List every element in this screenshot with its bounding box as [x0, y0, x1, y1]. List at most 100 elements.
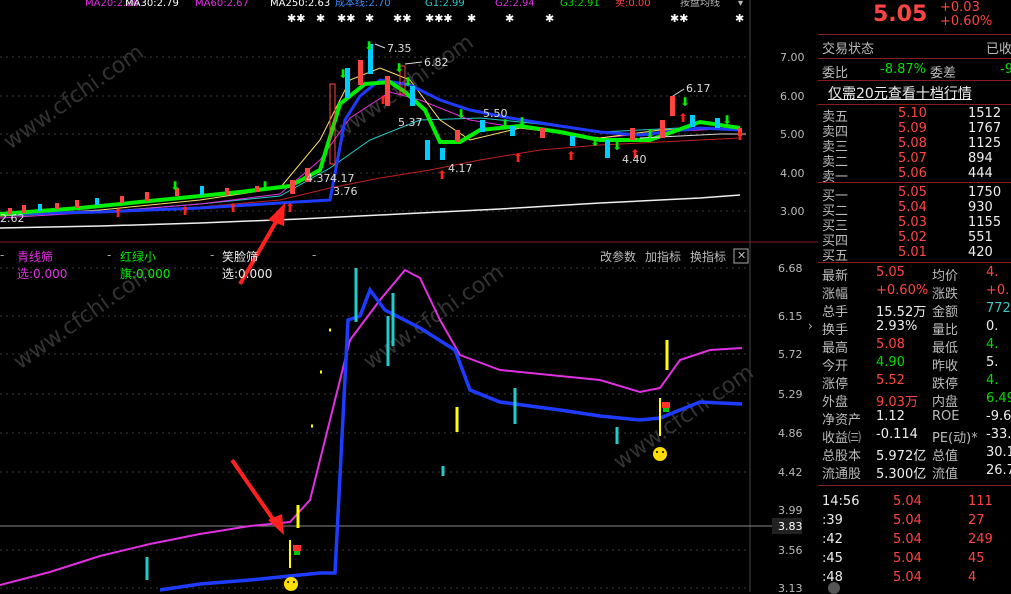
switch-indicator-button[interactable]: 换指标: [690, 248, 726, 265]
bid-volume: 551: [968, 230, 993, 245]
stat-value: +0.: [986, 283, 1010, 298]
tick-volume: 27: [968, 513, 985, 528]
svg-text:3.99: 3.99: [778, 504, 803, 517]
stat-label: 最高: [822, 341, 849, 356]
svg-text:⬆: ⬆: [180, 204, 190, 218]
add-indicator-button[interactable]: 加指标: [645, 248, 681, 265]
tick-volume: 45: [968, 551, 985, 566]
chart-area[interactable]: www.cfchi.com www.cfchi.com www.cfchi.co…: [0, 0, 818, 592]
ask-price: 5.08: [898, 136, 927, 151]
bid-price: 5.05: [898, 185, 927, 200]
price-tick: 3.00: [780, 205, 805, 218]
svg-text:⬇: ⬇: [403, 75, 413, 89]
svg-text:4.17: 4.17: [448, 162, 473, 175]
stat-label: 总值: [932, 449, 959, 464]
ask-volume: 1767: [968, 121, 1002, 136]
svg-text:按盘均线: 按盘均线: [680, 0, 720, 9]
ask-volume: 444: [968, 166, 993, 181]
svg-text:✱: ✱: [316, 12, 325, 25]
weicha-label: 委差: [930, 66, 957, 81]
stat-row: 收益㈢ -0.114 PE(动)* -33.: [818, 427, 1011, 446]
svg-text:4.37: 4.37: [306, 172, 331, 185]
svg-text:2.62: 2.62: [0, 212, 25, 225]
stat-label: PE(动)*: [932, 431, 978, 446]
stat-label: 跌停: [932, 377, 959, 392]
price-axis: 7.00 6.00 5.00 4.00 3.00: [780, 51, 805, 218]
svg-text:⬆: ⬆: [378, 93, 388, 107]
stat-row: 最新 5.05 均价 4.: [818, 265, 1011, 284]
tick-price: 5.04: [893, 532, 922, 547]
bid-volume: 420: [968, 245, 993, 260]
stat-value: 1.12: [876, 409, 905, 424]
collapse-arrow[interactable]: ›: [808, 319, 813, 333]
tick-time: 14:56: [822, 494, 860, 509]
svg-text:⬇: ⬇: [722, 113, 732, 127]
svg-text:3.83: 3.83: [778, 520, 803, 533]
stat-value: 15.52万: [876, 305, 927, 320]
svg-text:5.50: 5.50: [483, 107, 508, 120]
svg-text:⬇: ⬇: [338, 67, 348, 81]
bid-volume: 1750: [968, 185, 1002, 200]
promo-link[interactable]: 仅需20元查看十档行情: [828, 83, 972, 103]
stat-value: 26.76: [986, 463, 1011, 478]
svg-text:5.29: 5.29: [778, 388, 803, 401]
bid-price: 5.03: [898, 215, 927, 230]
bid-volume: 1155: [968, 215, 1002, 230]
stat-value: 4.: [986, 373, 999, 388]
tick-time: :45: [822, 551, 843, 566]
close-icon[interactable]: ✕: [737, 249, 746, 262]
stat-value: 5.: [986, 355, 999, 370]
stat-label: 流通股: [822, 467, 862, 482]
svg-text:MA60:2.67: MA60:2.67: [195, 0, 249, 9]
svg-text:▾: ▾: [738, 0, 743, 9]
stat-value: -0.114: [876, 427, 918, 442]
stat-value: 30.16: [986, 445, 1011, 460]
stat-label: 收益㈢: [822, 431, 862, 446]
stat-row: 流通股 5.300亿流值 26.76: [818, 463, 1011, 482]
svg-text:www.cfchi.com: www.cfchi.com: [609, 360, 758, 475]
bid-price: 5.02: [898, 230, 927, 245]
svg-text:⬇: ⬇: [394, 61, 404, 75]
svg-text:3.13: 3.13: [778, 582, 803, 592]
stat-value: 5.52: [876, 373, 905, 388]
stat-label: 涨停: [822, 377, 849, 392]
svg-text:www.cfchi.com: www.cfchi.com: [359, 260, 508, 375]
svg-text:✱✱: ✱✱: [670, 12, 688, 25]
price-tick: 4.00: [780, 167, 805, 180]
status-label: 交易状态: [822, 42, 875, 57]
svg-text:6.82: 6.82: [424, 56, 449, 69]
svg-text:✱: ✱: [545, 12, 554, 25]
stat-label: 总手: [822, 305, 849, 320]
stat-value: 2.93%: [876, 319, 918, 334]
svg-text:4.42: 4.42: [778, 466, 803, 479]
change-params-button[interactable]: 改参数: [600, 248, 636, 265]
svg-text:⬆: ⬆: [735, 129, 745, 143]
indicator-label-3: 笑脸筛选:0.000: [222, 250, 273, 281]
indicator-axis: 6.68 6.15 5.72 5.29 4.86 4.42 3.99 3.83 …: [778, 262, 803, 592]
tick-price: 5.04: [893, 570, 922, 585]
stat-row: 涨停 5.52 跌停 4.: [818, 373, 1011, 392]
stat-value: 5.300亿: [876, 467, 927, 482]
svg-text:5.72: 5.72: [778, 348, 803, 361]
price-change-pct: +0.60%: [940, 14, 993, 29]
svg-text:7.35: 7.35: [387, 42, 412, 55]
tick-volume: 249: [968, 532, 993, 547]
search-icon[interactable]: [828, 582, 840, 594]
indicator-gridlines: [0, 267, 750, 589]
stat-label: 昨收: [932, 359, 959, 374]
ask-price: 5.07: [898, 151, 927, 166]
ma-legend: MA20:2.86 MA30:2.79 MA60:2.67 MA250:2.63…: [85, 0, 743, 9]
stat-value: 5.08: [876, 337, 905, 352]
svg-text:⬆: ⬆: [678, 111, 688, 125]
svg-text:⬆: ⬆: [113, 206, 123, 220]
stat-value: 4.: [986, 265, 999, 280]
svg-text:✱: ✱: [505, 12, 514, 25]
stat-value: +0.60%: [876, 283, 929, 298]
stat-label: ROE: [932, 409, 960, 424]
svg-text:6.17: 6.17: [686, 82, 711, 95]
stat-label: 量比: [932, 323, 959, 338]
svg-text:⬆: ⬆: [513, 151, 523, 165]
price-change: +0.03: [940, 0, 980, 15]
svg-text:⬇: ⬇: [517, 115, 527, 129]
ask-volume: 1512: [968, 106, 1002, 121]
